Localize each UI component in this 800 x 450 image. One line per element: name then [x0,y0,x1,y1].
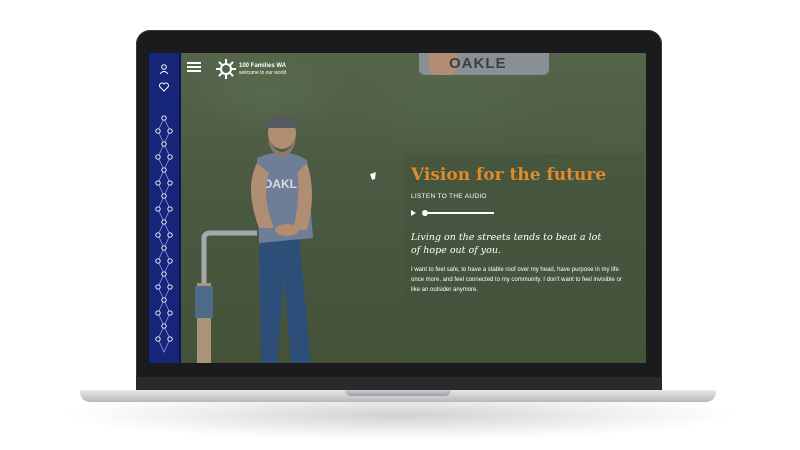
hero-person-image: OAKL [195,115,313,363]
page-title: Vision for the future [411,165,607,185]
play-icon[interactable] [411,210,416,216]
sidebar-pattern [155,115,173,353]
hamburger-menu-icon[interactable] [187,62,201,74]
site-subtitle: welcome to our world [239,70,287,76]
listen-label: LISTEN TO THE AUDIO [411,193,487,200]
quote-text: Living on the streets tends to beat a lo… [411,232,602,256]
laptop-screen: OAKLE 100 Families WA welcome to our wor… [149,53,646,363]
audio-progress-thumb[interactable] [422,209,428,216]
audio-progress-bar[interactable] [424,212,494,214]
sidebar [149,53,181,363]
laptop-notch [345,390,451,396]
logo-icon[interactable] [215,58,237,80]
heart-icon[interactable] [157,81,171,95]
top-shirt-text: OAKLE [449,55,507,72]
site-title[interactable]: 100 Families WA [239,63,286,69]
body-text: I want to feel safe, to have a stable ro… [411,267,622,293]
shirt-text: OAKL [263,177,297,191]
laptop-chin [136,377,662,391]
user-icon[interactable] [157,63,171,77]
